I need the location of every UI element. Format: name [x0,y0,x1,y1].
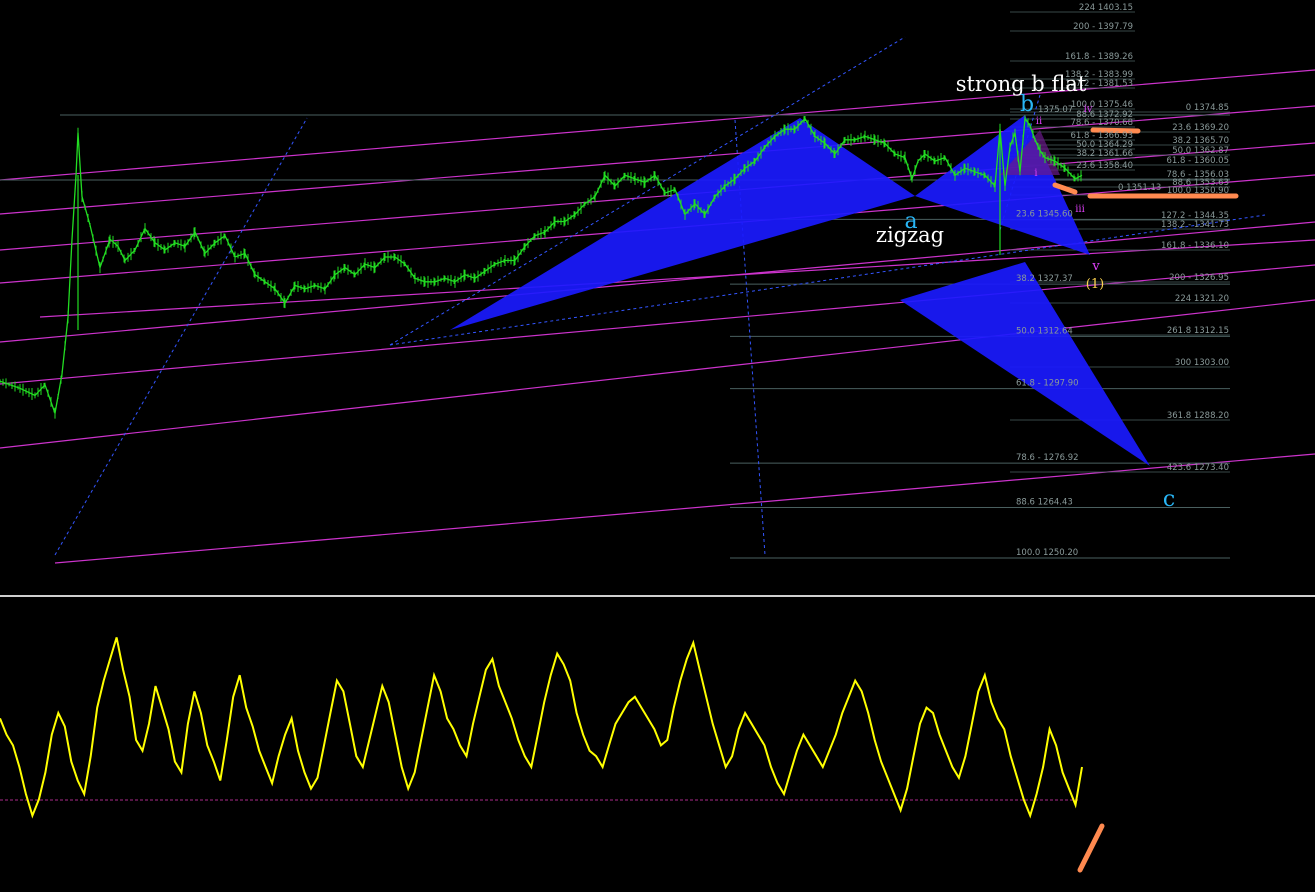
fib-level-label: 161.8 - 1336.10 [1161,241,1229,251]
fib-level-label: 0 1351.13 [1118,183,1161,193]
wave-label-ii: ii [1036,116,1042,127]
fib-level-label: 161.8 - 1389.26 [1065,52,1133,62]
fib-level-label: 261.8 1312.15 [1167,326,1229,336]
fib-level-label: 88.6 1264.43 [1016,497,1073,507]
wave-label-a: a [904,209,917,234]
fib-level-label: 78.6 - 1370.68 [1070,118,1133,128]
wave-label-iii: iii [1075,204,1085,215]
wave-label-c: c [1163,487,1175,512]
fib-level-label: 38.2 1361.66 [1076,149,1133,159]
fib-level-label: 300 1303.00 [1175,358,1229,368]
fib-level-label: 23.6 1358.40 [1076,161,1133,171]
chart-canvas: 23.6 1345.60 38.2 1327.37 50.0 1312.64 61.8… [0,0,1315,892]
fib-level-label: 200 - 1397.79 [1073,22,1133,32]
wave-label-v: v [1091,259,1100,274]
fib-level-label: 200 - 1326.95 [1169,273,1229,283]
fib-level-label: 100.0 1375.46 [1071,100,1133,110]
fib-level-label: 224 1321.20 [1175,294,1229,304]
fib-level-label: 361.8 1288.20 [1167,411,1229,421]
wave-label-1: (1) [1086,277,1104,292]
fib-level-label: 50.0 1312.64 [1016,326,1073,336]
fib-level-label: 100.0 1350.90 [1167,186,1229,196]
fib-level-label: 23.6 1345.60 [1016,209,1073,219]
fib-level-label: 61.8 - 1360.05 [1166,156,1229,166]
fib-level-label: 1375.07 [1038,105,1073,115]
wave-label-i: i [1034,168,1037,179]
fib-level-label: 0 1374.85 [1186,103,1229,113]
fib-level-label: 138.2 - 1341.73 [1161,220,1229,230]
fib-level-label: 38.2 1365.70 [1172,136,1229,146]
wave-label-iv: iv [1084,104,1093,115]
fib-level-label: 78.6 - 1276.92 [1016,453,1079,463]
fib-level-label: 423.6 1273.40 [1167,463,1229,473]
fib-level-label: 23.6 1369.20 [1172,123,1229,133]
fib-level-label: 61.8 - 1297.90 [1016,379,1079,389]
fib-level-label: 224 1403.15 [1079,3,1133,13]
fib-level-label: 100.0 1250.20 [1016,548,1078,558]
wave-label-b: b [1020,92,1034,117]
fib-level-label: 50.0 1362.87 [1172,146,1229,156]
fib-level-label: 38.2 1327.37 [1016,274,1073,284]
